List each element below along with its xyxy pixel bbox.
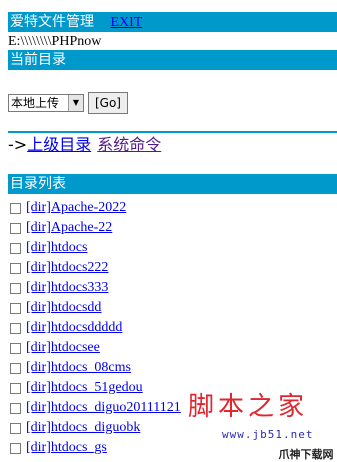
list-item: [dir]htdocs_gs: [10, 438, 181, 458]
list-item: [dir]htdocsee: [10, 338, 181, 358]
list-item: [dir]htdocs: [10, 238, 181, 258]
item-checkbox[interactable]: [10, 402, 21, 414]
list-item: [dir]htdocsddddd: [10, 318, 181, 338]
exit-link[interactable]: EXIT: [110, 15, 142, 30]
system-command-link[interactable]: 系统命令: [97, 135, 161, 154]
watermark-brand: 脚本之家: [188, 392, 309, 422]
dir-link[interactable]: [dir]htdocs222: [26, 260, 108, 276]
item-checkbox[interactable]: [10, 382, 21, 394]
dir-link[interactable]: [dir]htdocs_gs: [26, 440, 107, 456]
list-item: [dir]Apache-2022: [10, 198, 181, 218]
list-item: [dir]htdocs222: [10, 258, 181, 278]
dir-link[interactable]: [dir]htdocs_08cms: [26, 360, 131, 376]
header-bar: 爱特文件管理 EXIT: [8, 12, 337, 32]
watermark-url: www.jb51.net: [222, 428, 314, 441]
list-item: [dir]Apache-22: [10, 218, 181, 238]
nav-arrow: ->: [8, 135, 28, 154]
dir-link[interactable]: [dir]htdocs_diguobk: [26, 420, 140, 436]
dir-link[interactable]: [dir]Apache-22: [26, 220, 112, 236]
item-checkbox[interactable]: [10, 282, 21, 294]
watermark-corner: 爪神下载网: [275, 447, 337, 462]
list-header: 目录列表: [8, 174, 337, 194]
list-item: [dir]htdocsdd: [10, 298, 181, 318]
dir-link[interactable]: [dir]htdocs_51gedou: [26, 380, 143, 396]
list-item: [dir]htdocs_08cms: [10, 358, 181, 378]
item-checkbox[interactable]: [10, 302, 21, 314]
dir-link[interactable]: [dir]htdocs_diguo20111121: [26, 400, 181, 416]
directory-list: [dir]Apache-2022 [dir]Apache-22 [dir]htd…: [10, 198, 181, 458]
item-checkbox[interactable]: [10, 222, 21, 234]
nav-links: ->上级目录 系统命令: [8, 136, 161, 154]
item-checkbox[interactable]: [10, 242, 21, 254]
list-item: [dir]htdocs_diguo20111121: [10, 398, 181, 418]
chevron-down-icon[interactable]: ▼: [68, 95, 83, 111]
dir-link[interactable]: [dir]htdocs333: [26, 280, 108, 296]
item-checkbox[interactable]: [10, 362, 21, 374]
list-item: [dir]htdocs_diguobk: [10, 418, 181, 438]
current-dir-header: 当前目录: [8, 50, 337, 70]
dir-link[interactable]: [dir]htdocsdd: [26, 300, 101, 316]
parent-dir-link[interactable]: 上级目录: [27, 135, 91, 154]
item-checkbox[interactable]: [10, 202, 21, 214]
dir-link[interactable]: [dir]htdocs: [26, 240, 87, 256]
divider: [8, 131, 337, 133]
app-title: 爱特文件管理: [10, 14, 94, 30]
item-checkbox[interactable]: [10, 342, 21, 354]
dir-link[interactable]: [dir]htdocsddddd: [26, 320, 122, 336]
action-select-value: 本地上传: [11, 96, 60, 110]
item-checkbox[interactable]: [10, 262, 21, 274]
item-checkbox[interactable]: [10, 422, 21, 434]
list-item: [dir]htdocs_51gedou: [10, 378, 181, 398]
go-button[interactable]: [Go]: [88, 92, 128, 114]
item-checkbox[interactable]: [10, 322, 21, 334]
dir-link[interactable]: [dir]Apache-2022: [26, 200, 126, 216]
list-item: [dir]htdocs333: [10, 278, 181, 298]
item-checkbox[interactable]: [10, 442, 21, 454]
current-path: E:\\\\\\\\PHPnow: [8, 34, 102, 49]
dir-link[interactable]: [dir]htdocsee: [26, 340, 100, 356]
action-select[interactable]: 本地上传 ▼: [8, 94, 84, 112]
